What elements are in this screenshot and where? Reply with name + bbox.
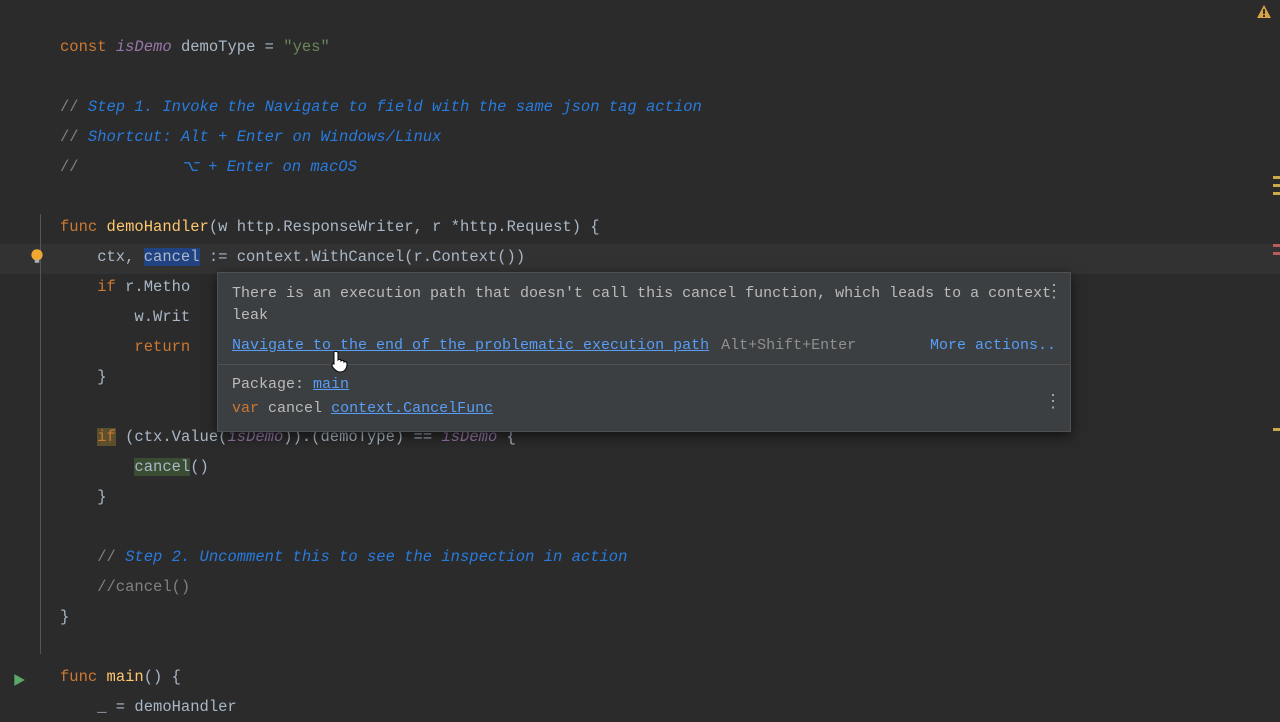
const-name: isDemo	[116, 38, 172, 56]
doc-var-keyword: var	[232, 400, 259, 417]
func-name: demoHandler	[107, 218, 209, 236]
mark-error[interactable]	[1273, 252, 1280, 255]
code-line[interactable]: const isDemo demoType = "yes"	[0, 32, 1280, 62]
code-line[interactable]: func demoHandler(w http.ResponseWriter, …	[0, 212, 1280, 242]
quick-doc: Package: main var cancel context.CancelF…	[218, 365, 1070, 431]
func-name: main	[107, 668, 144, 686]
doc-var-name: cancel	[268, 400, 322, 417]
keyword-const: const	[60, 38, 107, 56]
code-line[interactable]: // Shortcut: Alt + Enter on Windows/Linu…	[0, 122, 1280, 152]
tooltip-message: There is an execution path that doesn't …	[218, 273, 1070, 333]
mark-warning[interactable]	[1273, 176, 1280, 179]
doc-package-label: Package:	[232, 376, 304, 393]
code-line[interactable]: }	[0, 602, 1280, 632]
keyword-func: func	[60, 218, 97, 236]
code-line[interactable]	[0, 512, 1280, 542]
doc-package-name[interactable]: main	[313, 376, 349, 393]
doc-var-type[interactable]: context.CancelFunc	[331, 400, 493, 417]
comment-text: Step 1. Invoke the Navigate to field wit…	[88, 98, 702, 116]
code-line[interactable]: // Step 2. Uncomment this to see the ins…	[0, 542, 1280, 572]
code-line[interactable]: // Step 1. Invoke the Navigate to field …	[0, 92, 1280, 122]
intention-bulb-icon[interactable]	[28, 247, 44, 263]
code-line[interactable]	[0, 182, 1280, 212]
code-line[interactable]: }	[0, 482, 1280, 512]
code-line[interactable]	[0, 632, 1280, 662]
string-literal: "yes"	[283, 38, 330, 56]
mark-warning[interactable]	[1273, 192, 1280, 195]
tooltip-menu-icon[interactable]: ⋮	[1045, 281, 1062, 303]
comment-text: Step 2. Uncomment this to see the inspec…	[125, 548, 627, 566]
mark-error[interactable]	[1273, 244, 1280, 247]
code-line[interactable]: _ = demoHandler	[0, 692, 1280, 722]
code-line[interactable]: cancel()	[0, 452, 1280, 482]
highlighted-if: if	[97, 428, 116, 446]
inspection-tooltip: ⋮ There is an execution path that doesn'…	[217, 272, 1071, 432]
keyword-return: return	[134, 338, 190, 356]
indent-guide	[40, 214, 41, 654]
tooltip-shortcut: Alt+Shift+Enter	[721, 337, 856, 354]
ident-ref: demoHandler	[134, 698, 236, 716]
scrollbar-marks[interactable]	[1272, 0, 1280, 720]
highlighted-ident: cancel	[144, 248, 200, 266]
doc-menu-icon[interactable]: ⋮	[1044, 391, 1062, 415]
navigate-link[interactable]: Navigate to the end of the problematic e…	[232, 337, 709, 354]
highlighted-call: cancel	[134, 458, 190, 476]
type-ref: demoType	[181, 38, 255, 56]
code-line[interactable]: // ⌥ + Enter on macOS	[0, 152, 1280, 182]
code-line[interactable]: func main() {	[0, 662, 1280, 692]
comment-text: ⌥ + Enter on macOS	[181, 158, 357, 176]
warning-indicator-icon[interactable]	[1256, 4, 1272, 25]
run-gutter-icon[interactable]	[12, 673, 26, 693]
code-line[interactable]: ctx, cancel := context.WithCancel(r.Cont…	[0, 242, 1280, 272]
mark-warning[interactable]	[1273, 428, 1280, 431]
comment-text: Shortcut: Alt + Enter on Windows/Linux	[88, 128, 441, 146]
mark-warning[interactable]	[1273, 184, 1280, 187]
more-actions-link[interactable]: More actions..	[930, 337, 1056, 354]
keyword-func: func	[60, 668, 97, 686]
code-line[interactable]	[0, 62, 1280, 92]
code-line[interactable]: //cancel()	[0, 572, 1280, 602]
